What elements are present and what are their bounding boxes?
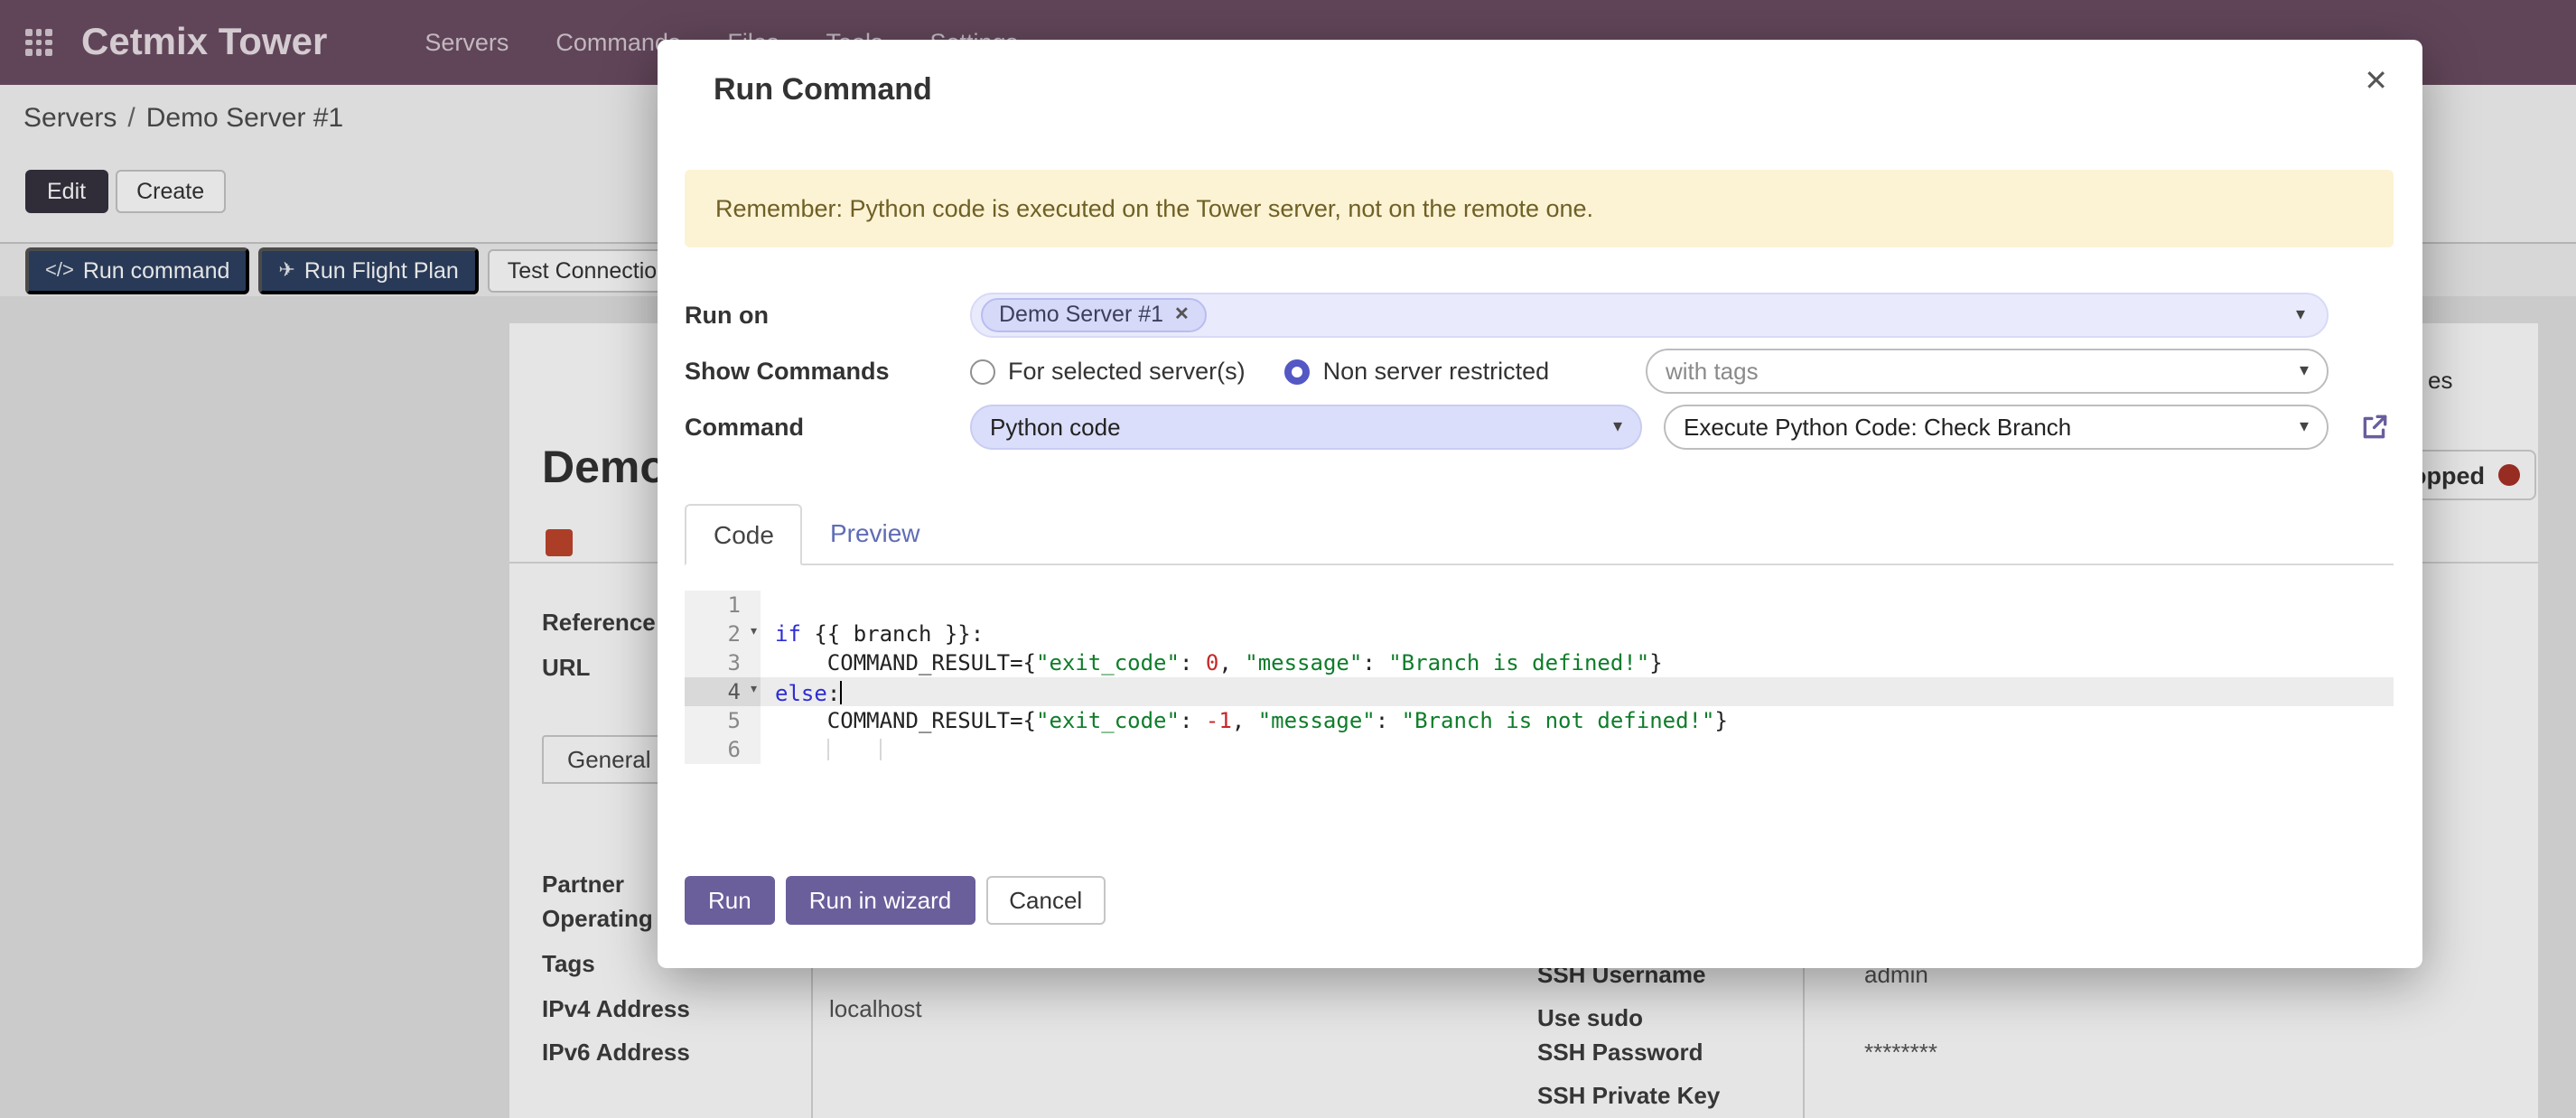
line-number: 1: [685, 591, 761, 620]
screen: Cetmix Tower Servers Commands Files Tool…: [0, 0, 2576, 1118]
radio-on-icon: [1285, 359, 1311, 384]
code-line[interactable]: COMMAND_RESULT={"exit_code": -1, "messag…: [761, 706, 2394, 735]
chevron-down-icon: ▾: [2282, 305, 2305, 325]
show-commands-label: Show Commands: [685, 358, 970, 385]
run-in-wizard-button[interactable]: Run in wizard: [786, 876, 975, 925]
command-type-select[interactable]: Python code ▾: [970, 405, 1642, 450]
radio-non-server-restricted[interactable]: Non server restricted: [1285, 358, 1550, 385]
run-on-label: Run on: [685, 302, 970, 329]
fold-icon[interactable]: ▾: [749, 675, 759, 704]
run-button[interactable]: Run: [685, 876, 775, 925]
radio-off-icon: [970, 359, 995, 384]
tab-preview[interactable]: Preview: [803, 504, 947, 564]
code-line[interactable]: if {{ branch }}:: [761, 620, 2394, 648]
editor-line[interactable]: 6: [685, 735, 2394, 764]
run-on-row: Run on Demo Server #1 ✕ ▾: [685, 293, 2329, 338]
command-row: Command Python code ▾ Execute Python Cod…: [685, 405, 2329, 450]
tab-code[interactable]: Code: [685, 504, 803, 565]
with-tags-placeholder: with tags: [1666, 358, 1759, 385]
chevron-down-icon: ▾: [1599, 417, 1622, 437]
line-number: 3: [685, 648, 761, 677]
fold-icon[interactable]: ▾: [749, 618, 759, 647]
indent-guide: [827, 739, 829, 760]
server-tag[interactable]: Demo Server #1 ✕: [981, 298, 1208, 332]
text-cursor: [840, 681, 842, 704]
editor-line[interactable]: 3 COMMAND_RESULT={"exit_code": 0, "messa…: [685, 648, 2394, 677]
chevron-down-icon: ▾: [2285, 361, 2309, 381]
code-line[interactable]: [761, 735, 2394, 764]
line-number: 5: [685, 706, 761, 735]
command-value: Execute Python Code: Check Branch: [1684, 414, 2071, 441]
radio-non-server-restricted-label: Non server restricted: [1323, 358, 1550, 385]
show-commands-row: Show Commands For selected server(s) Non…: [685, 349, 2329, 394]
editor-tabs: Code Preview: [685, 504, 2394, 565]
external-link-icon[interactable]: [2359, 412, 2390, 443]
editor-line[interactable]: 5 COMMAND_RESULT={"exit_code": -1, "mess…: [685, 706, 2394, 735]
run-on-field[interactable]: Demo Server #1 ✕ ▾: [970, 293, 2329, 338]
remove-tag-icon[interactable]: ✕: [1174, 304, 1190, 324]
dialog-title: Run Command: [714, 72, 932, 108]
editor-line[interactable]: 1: [685, 591, 2394, 620]
with-tags-select[interactable]: with tags ▾: [1646, 349, 2329, 394]
editor-line[interactable]: 2▾if {{ branch }}:: [685, 620, 2394, 648]
warning-banner: Remember: Python code is executed on the…: [685, 170, 2394, 247]
command-type-value: Python code: [990, 414, 1121, 441]
server-tag-label: Demo Server #1: [999, 302, 1163, 327]
radio-for-selected-servers-label: For selected server(s): [1008, 358, 1246, 385]
line-number: 2▾: [685, 620, 761, 648]
dialog-footer: Run Run in wizard Cancel: [685, 876, 1106, 925]
command-select[interactable]: Execute Python Code: Check Branch ▾: [1664, 405, 2329, 450]
editor-line[interactable]: 4▾else:: [685, 677, 2394, 706]
close-icon[interactable]: ✕: [2364, 63, 2388, 99]
run-command-dialog: Run Command ✕ Remember: Python code is e…: [658, 40, 2422, 968]
command-label: Command: [685, 414, 970, 441]
line-number: 6: [685, 735, 761, 764]
cancel-button[interactable]: Cancel: [985, 876, 1106, 925]
code-editor[interactable]: 12▾if {{ branch }}:3 COMMAND_RESULT={"ex…: [685, 591, 2394, 764]
code-line[interactable]: COMMAND_RESULT={"exit_code": 0, "message…: [761, 648, 2394, 677]
code-line[interactable]: [761, 591, 2394, 620]
radio-for-selected-servers[interactable]: For selected server(s): [970, 358, 1246, 385]
chevron-down-icon: ▾: [2285, 417, 2309, 437]
code-line[interactable]: else:: [761, 677, 2394, 706]
indent-guide: [880, 739, 882, 760]
line-number: 4▾: [685, 677, 761, 706]
